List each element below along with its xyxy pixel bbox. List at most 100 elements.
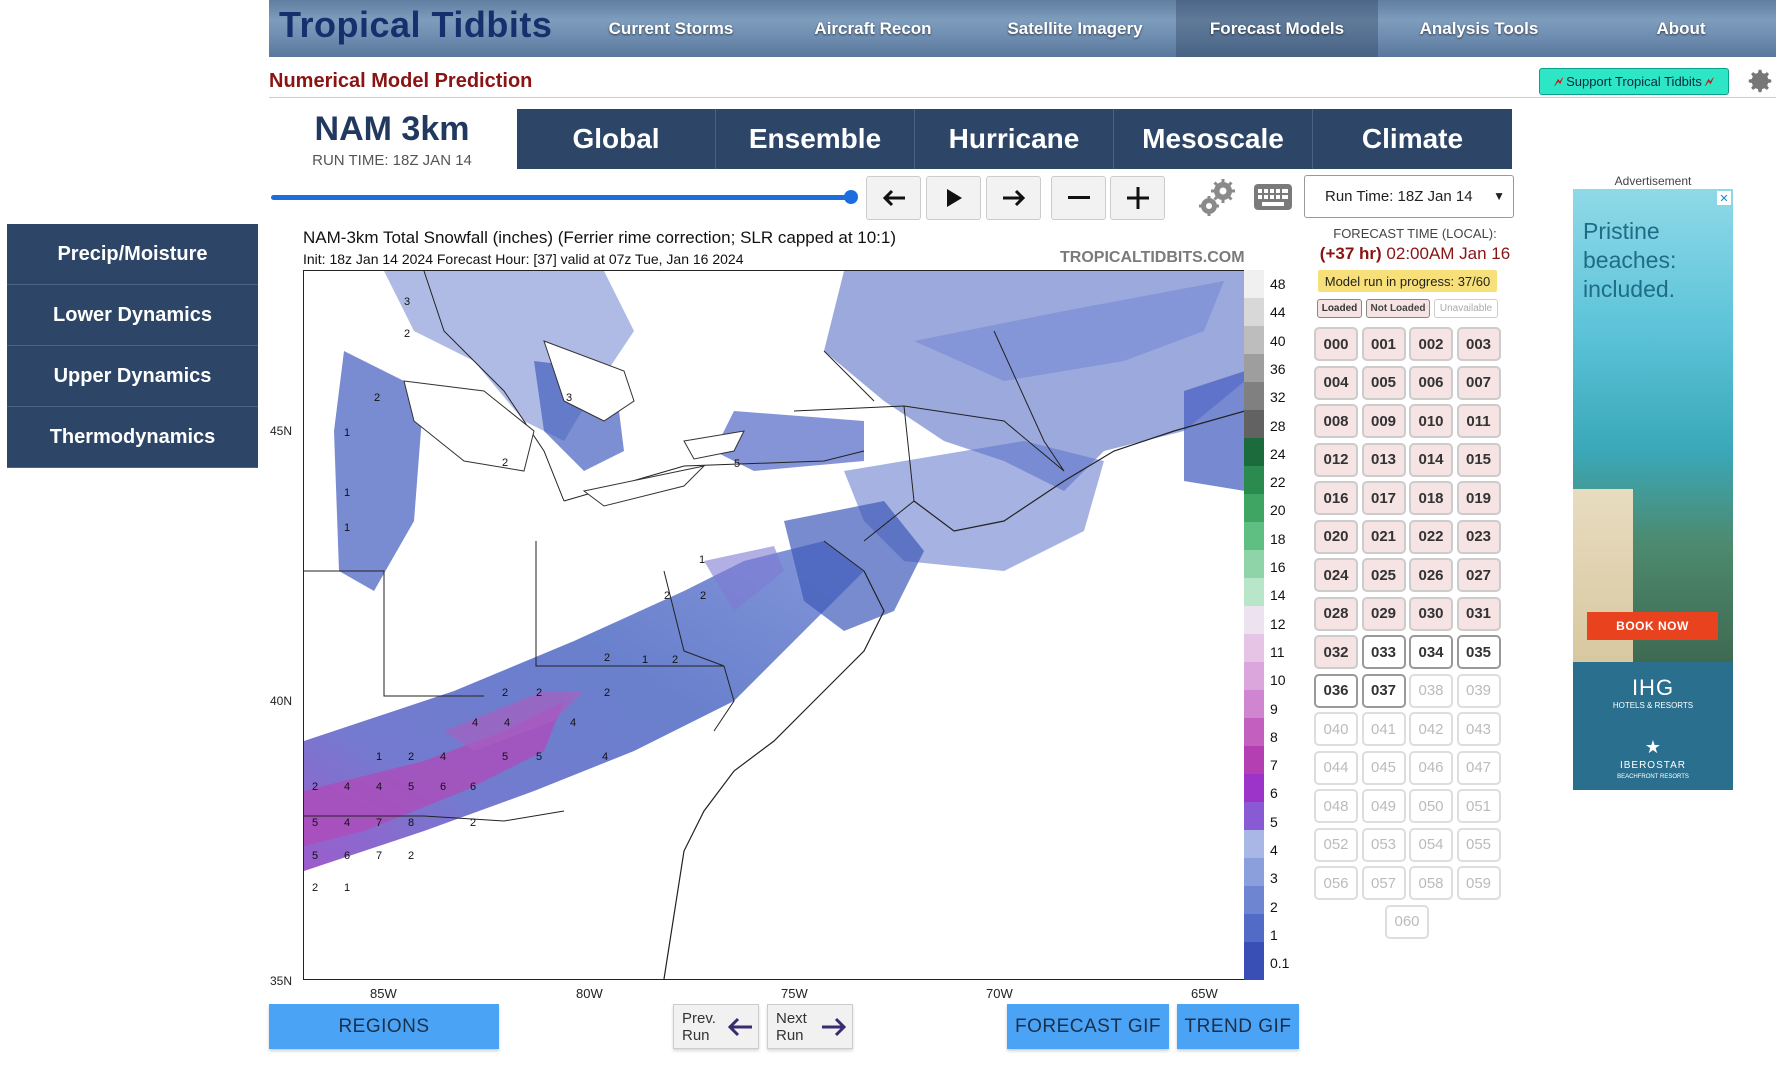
menu-upper-dynamics[interactable]: Upper Dynamics: [7, 346, 258, 407]
forecast-hour-button[interactable]: 045: [1361, 750, 1406, 785]
forecast-hour-button[interactable]: 007: [1456, 365, 1501, 400]
forecast-hour-button[interactable]: 015: [1456, 442, 1501, 477]
forecast-hour-button[interactable]: 053: [1361, 827, 1406, 862]
step-back-button[interactable]: [866, 176, 921, 220]
forecast-hour-button[interactable]: 016: [1314, 481, 1358, 515]
forecast-slider-thumb[interactable]: [843, 190, 858, 204]
forecast-slider-track[interactable]: [271, 195, 849, 200]
slower-button[interactable]: [1051, 176, 1106, 220]
tab-global[interactable]: Global: [517, 109, 716, 169]
forecast-hour-button[interactable]: 020: [1314, 519, 1358, 554]
site-logo[interactable]: Tropical Tidbits: [279, 4, 552, 46]
forecast-hour-button[interactable]: 027: [1456, 558, 1501, 592]
regions-button[interactable]: REGIONS: [269, 1004, 499, 1049]
forecast-hour-button[interactable]: 012: [1314, 442, 1358, 477]
forecast-hour-button[interactable]: 047: [1456, 750, 1501, 785]
forecast-hour-button[interactable]: 057: [1361, 866, 1406, 900]
forecast-hour-button[interactable]: 010: [1409, 404, 1453, 438]
forecast-hour-button[interactable]: 009: [1361, 404, 1406, 438]
support-button[interactable]: 🗲 Support Tropical Tidbits 🗲: [1539, 68, 1729, 95]
prev-run-button[interactable]: Prev. Run: [673, 1004, 759, 1049]
next-run-button[interactable]: Next Run: [767, 1004, 853, 1049]
prev-run-label: Prev. Run: [682, 1009, 716, 1044]
forecast-hour-button[interactable]: 044: [1314, 750, 1358, 785]
forecast-hour-button[interactable]: 059: [1456, 866, 1501, 900]
forecast-hour-button[interactable]: 001: [1361, 327, 1406, 361]
nav-current-storms[interactable]: Current Storms: [570, 0, 772, 57]
forecast-hour-button[interactable]: 021: [1361, 519, 1406, 554]
forecast-hour-button[interactable]: 033: [1361, 635, 1406, 669]
menu-precip-moisture[interactable]: Precip/Moisture: [7, 224, 258, 285]
forecast-hour-button[interactable]: 003: [1456, 327, 1501, 361]
forecast-hour-button[interactable]: 050: [1409, 789, 1453, 823]
nav-forecast-models[interactable]: Forecast Models: [1176, 0, 1378, 57]
forecast-hour-button[interactable]: 035: [1456, 635, 1501, 669]
forecast-hour-button[interactable]: 022: [1409, 519, 1453, 554]
tab-climate[interactable]: Climate: [1313, 109, 1512, 169]
forecast-hour-button[interactable]: 008: [1314, 404, 1358, 438]
forecast-hour-button[interactable]: 036: [1314, 673, 1358, 708]
forecast-hour-button[interactable]: 030: [1409, 596, 1453, 631]
forecast-hour-button[interactable]: 014: [1409, 442, 1453, 477]
forecast-hour-button[interactable]: 037: [1361, 673, 1406, 708]
forecast-hour-button[interactable]: 002: [1409, 327, 1453, 361]
forecast-hour-button[interactable]: 024: [1314, 558, 1358, 592]
forecast-hour-button[interactable]: 013: [1361, 442, 1406, 477]
forecast-hour-button[interactable]: 018: [1409, 481, 1453, 515]
run-time-select[interactable]: Run Time: 18Z Jan 14 ▼: [1304, 175, 1514, 218]
forecast-hour-button[interactable]: 011: [1456, 404, 1501, 438]
trend-gif-button[interactable]: TREND GIF: [1177, 1004, 1299, 1049]
advertisement[interactable]: Pristine beaches: included. ✕ BOOK NOW I…: [1573, 189, 1733, 790]
ad-book-now-button[interactable]: BOOK NOW: [1587, 612, 1718, 640]
tab-mesoscale[interactable]: Mesoscale: [1114, 109, 1313, 169]
tab-ensemble[interactable]: Ensemble: [716, 109, 915, 169]
forecast-hour-button[interactable]: 028: [1314, 596, 1358, 631]
menu-lower-dynamics[interactable]: Lower Dynamics: [7, 285, 258, 346]
forecast-hour-button[interactable]: 055: [1456, 827, 1501, 862]
forecast-hour-button[interactable]: 039: [1456, 673, 1501, 708]
snowfall-map[interactable]: 322 111 235 122 212 222 444 124 554 244 …: [303, 270, 1246, 980]
forecast-hour-button[interactable]: 017: [1361, 481, 1406, 515]
forecast-hour-button[interactable]: 032: [1314, 635, 1358, 669]
forecast-hour-button[interactable]: 026: [1409, 558, 1453, 592]
forecast-hour-button[interactable]: 060: [1385, 904, 1429, 939]
forecast-hour-button[interactable]: 019: [1456, 481, 1501, 515]
faster-button[interactable]: [1110, 176, 1165, 220]
settings-gears-icon[interactable]: [1194, 176, 1238, 220]
forecast-hour-button[interactable]: 029: [1361, 596, 1406, 631]
forecast-hour-button[interactable]: 048: [1314, 789, 1358, 823]
nav-analysis-tools[interactable]: Analysis Tools: [1378, 0, 1580, 57]
keyboard-icon[interactable]: [1253, 182, 1293, 212]
forecast-hour-button[interactable]: 051: [1456, 789, 1501, 823]
forecast-hour-button[interactable]: 006: [1409, 365, 1453, 400]
nav-about[interactable]: About: [1580, 0, 1776, 57]
step-forward-button[interactable]: [986, 176, 1041, 220]
menu-thermodynamics[interactable]: Thermodynamics: [7, 407, 258, 468]
forecast-hour-button[interactable]: 040: [1314, 712, 1358, 746]
forecast-hour-button[interactable]: 042: [1409, 712, 1453, 746]
close-icon[interactable]: ✕: [1717, 191, 1731, 205]
forecast-hour-button[interactable]: 054: [1409, 827, 1453, 862]
nav-satellite-imagery[interactable]: Satellite Imagery: [974, 0, 1176, 57]
forecast-hour-button[interactable]: 041: [1361, 712, 1406, 746]
play-button[interactable]: [926, 176, 981, 220]
forecast-hour-button[interactable]: 058: [1409, 866, 1453, 900]
forecast-hour-button[interactable]: 023: [1456, 519, 1501, 554]
forecast-hour-button[interactable]: 025: [1361, 558, 1406, 592]
nav-aircraft-recon[interactable]: Aircraft Recon: [772, 0, 974, 57]
forecast-hour-button[interactable]: 000: [1314, 327, 1358, 361]
lat-label-35n: 35N: [270, 974, 293, 988]
forecast-hour-button[interactable]: 056: [1314, 866, 1358, 900]
forecast-hour-button[interactable]: 031: [1456, 596, 1501, 631]
forecast-hour-button[interactable]: 038: [1409, 673, 1453, 708]
forecast-hour-button[interactable]: 052: [1314, 827, 1358, 862]
tab-hurricane[interactable]: Hurricane: [915, 109, 1114, 169]
forecast-hour-button[interactable]: 004: [1314, 365, 1358, 400]
forecast-hour-button[interactable]: 043: [1456, 712, 1501, 746]
forecast-gif-button[interactable]: FORECAST GIF: [1007, 1004, 1169, 1049]
forecast-hour-button[interactable]: 049: [1361, 789, 1406, 823]
forecast-hour-button[interactable]: 005: [1361, 365, 1406, 400]
gear-icon[interactable]: [1745, 66, 1775, 96]
forecast-hour-button[interactable]: 046: [1409, 750, 1453, 785]
forecast-hour-button[interactable]: 034: [1409, 635, 1453, 669]
